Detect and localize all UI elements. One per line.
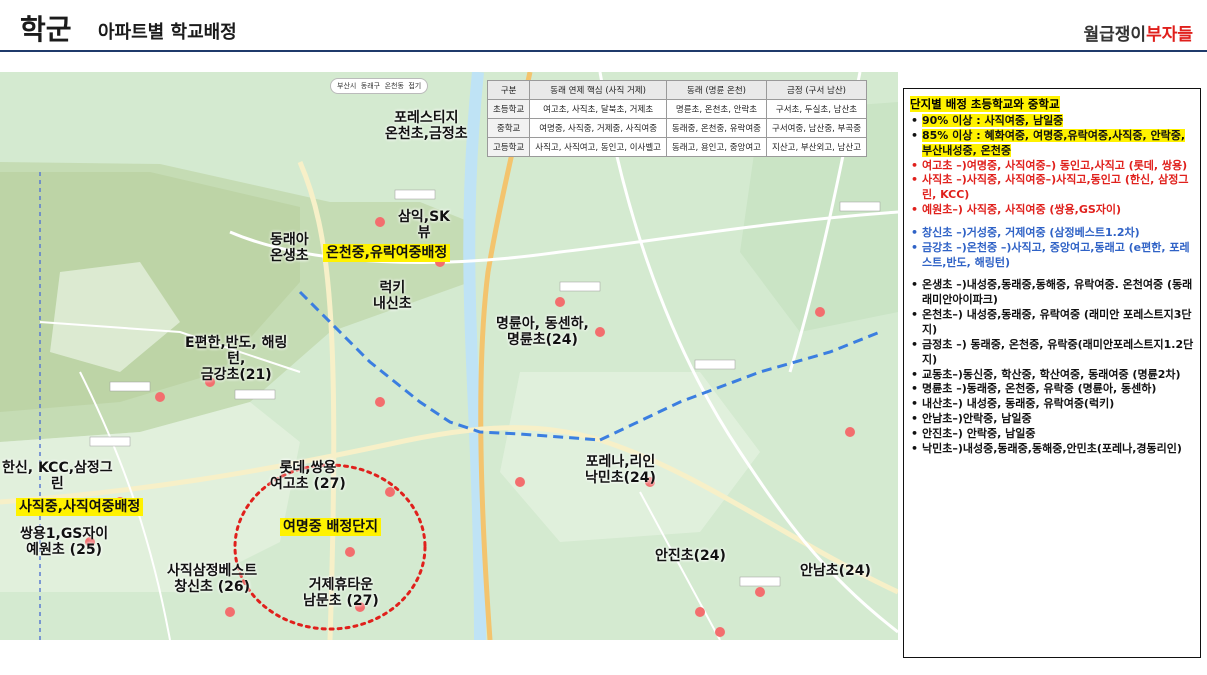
label-samik: 삼익,SK 뷰 bbox=[398, 209, 451, 242]
table-cell: 동래고, 용인고, 중앙여고 bbox=[665, 137, 768, 157]
list-item: 내산초–) 내성중, 동래중, 유락여중(럭키) bbox=[911, 397, 1194, 412]
table-header: 구분 bbox=[486, 80, 531, 100]
table-cell: 명륜초, 온천초, 안락초 bbox=[665, 99, 768, 119]
table-cell: 구서여중, 남산중, 부곡중 bbox=[765, 118, 868, 138]
list-item: 안진초–) 안락중, 남일중 bbox=[911, 427, 1194, 442]
label-annam: 안남초(24) bbox=[800, 563, 871, 579]
label-onchun-highlight: 온천중,유락여중배정 bbox=[323, 244, 451, 262]
brand-logo: 월급쟁이부자들 bbox=[1084, 20, 1193, 45]
table-cell: 지산고, 부산외고, 남산고 bbox=[765, 137, 868, 157]
map-chip-collapse[interactable]: 접기 bbox=[408, 82, 421, 90]
list-item: 사직초 –)사직중, 사직여중–)사직고,동인고 (한신, 삼정그린, KCC) bbox=[911, 173, 1194, 203]
label-epyunhan: E편한,반도, 해링 턴, 금강초(21) bbox=[185, 335, 288, 384]
page-title: 학군 bbox=[20, 13, 72, 46]
panel-list-3: 온생초 –)내성중,동래중,동해중, 유락여중. 온천여중 (동래래미안아이파크… bbox=[910, 278, 1194, 456]
list-item: 온천초–) 내성중,동래중, 유락여중 (래미안 포레스트지3단지) bbox=[911, 308, 1194, 338]
map-base bbox=[0, 72, 898, 640]
table-cell: 초등학교 bbox=[486, 99, 531, 119]
table-header: 동래 연제 핵심 (사직 거제) bbox=[529, 80, 667, 100]
table-cell: 동래중, 온천중, 유락여중 bbox=[665, 118, 768, 138]
label-sajik-highlight: 사직중,사직여중배정 bbox=[16, 498, 144, 516]
label-myungryun: 명륜아, 동센하, 명륜초(24) bbox=[496, 316, 589, 349]
label-samjeong: 사직삼정베스트 창신초 (26) bbox=[167, 563, 258, 596]
school-table: 구분 동래 연제 핵심 (사직 거제) 동래 (명륜 온천) 금정 (구서 남산… bbox=[486, 80, 868, 157]
label-anjin: 안진초(24) bbox=[655, 548, 726, 564]
list-item: 창신초 –)거성중, 거제여중 (삼정베스트1.2차) bbox=[911, 226, 1194, 241]
brand-text-a: 월급쟁이 bbox=[1083, 25, 1147, 45]
list-item: 교동초–)동신중, 학산중, 학산여중, 동래여중 (명륜2차) bbox=[911, 368, 1194, 383]
list-item: 명륜초 –)동래중, 온천중, 유락중 (명륜아, 동센하) bbox=[911, 382, 1194, 397]
label-dongraea: 동래아 온생초 bbox=[270, 232, 309, 265]
label-ssangyong: 쌍용1,GS자이 예원초 (25) bbox=[20, 526, 109, 559]
list-item: 90% 이상 : 사직여중, 남일중 bbox=[911, 114, 1194, 129]
list-item: 안남초–)안락중, 남일중 bbox=[911, 412, 1194, 427]
table-row: 고등학교 사직고, 사직여고, 동인고, 이사벨고 동래고, 용인고, 중앙여고… bbox=[486, 137, 868, 157]
table-cell: 사직고, 사직여고, 동인고, 이사벨고 bbox=[529, 137, 667, 157]
table-row: 초등학교 여고초, 사직초, 달북초, 거제초 명륜초, 온천초, 안락초 구서… bbox=[486, 99, 868, 119]
list-item: 여고초 –)여명중, 사직여중–) 동인고,사직고 (롯데, 쌍용) bbox=[911, 159, 1194, 174]
table-cell: 여고초, 사직초, 달북초, 거제초 bbox=[529, 99, 667, 119]
header-rule bbox=[0, 50, 1207, 52]
list-item: 금정초 –) 동래중, 온천중, 유락중(래미안포레스트지1.2단지) bbox=[911, 338, 1194, 368]
list-item: 금강초 –)온천중 –)사직고, 중앙여고,동래고 (e편한, 포레스트,반도,… bbox=[911, 241, 1194, 271]
label-lucky: 럭키 내신초 bbox=[373, 280, 412, 313]
table-cell: 중학교 bbox=[486, 118, 531, 138]
label-porena: 포레나,리인 낙민초(24) bbox=[585, 454, 656, 487]
map-chip-city[interactable]: 부산시 bbox=[337, 82, 356, 90]
label-yeomyung-highlight: 여명중 배정단지 bbox=[280, 518, 382, 536]
table-header: 동래 (명륜 온천) bbox=[665, 80, 768, 100]
table-cell: 구서초, 두실초, 남산초 bbox=[765, 99, 868, 119]
table-cell: 고등학교 bbox=[486, 137, 531, 157]
label-foreste: 포레스티지 온천초,금정초 bbox=[385, 110, 468, 143]
table-row: 중학교 여명중, 사직중, 거제중, 사직여중 동래중, 온천중, 유락여중 구… bbox=[486, 118, 868, 138]
map-filter-bar[interactable]: 부산시 동래구 온천동 접기 bbox=[330, 78, 429, 94]
label-lotte: 롯데,쌍용 여고초 (27) bbox=[270, 460, 346, 493]
label-hanshin: 한신, KCC,삼정그 린 bbox=[2, 460, 113, 493]
map-chip-district[interactable]: 동래구 bbox=[361, 82, 380, 90]
map-view[interactable]: 부산시 동래구 온천동 접기 구분 동래 연제 핵심 (사직 거제) 동래 (명… bbox=[0, 72, 898, 640]
list-item: 온생초 –)내성중,동래중,동해중, 유락여중. 온천여중 (동래래미안아이파크… bbox=[911, 278, 1194, 308]
panel-list-1: 90% 이상 : 사직여중, 남일중 85% 이상 : 혜화여중, 여명중,유락… bbox=[910, 114, 1194, 218]
list-item: 85% 이상 : 혜화여중, 여명중,유락여중,사직중, 안락중, 부산내성중,… bbox=[911, 128, 1194, 159]
page-subtitle: 아파트별 학교배정 bbox=[98, 22, 237, 43]
label-geoje: 거제휴타운 남문초 (27) bbox=[303, 577, 379, 610]
table-cell: 여명중, 사직중, 거제중, 사직여중 bbox=[529, 118, 667, 138]
list-item: 낙민초–)내성중,동래중,동해중,안민초(포레나,경동리인) bbox=[911, 442, 1194, 457]
panel-title: 단지별 배정 초등학교와 중학교 bbox=[910, 96, 1060, 112]
list-item: 예원초–) 사직중, 사직여중 (쌍용,GS자이) bbox=[911, 203, 1194, 218]
brand-text-b: 부자들 bbox=[1146, 25, 1193, 45]
table-header: 금정 (구서 남산) bbox=[765, 80, 868, 100]
assignment-panel: 단지별 배정 초등학교와 중학교 90% 이상 : 사직여중, 남일중 85% … bbox=[903, 88, 1201, 658]
map-chip-dong[interactable]: 온천동 bbox=[385, 82, 404, 90]
panel-list-2: 창신초 –)거성중, 거제여중 (삼정베스트1.2차) 금강초 –)온천중 –)… bbox=[910, 226, 1194, 271]
